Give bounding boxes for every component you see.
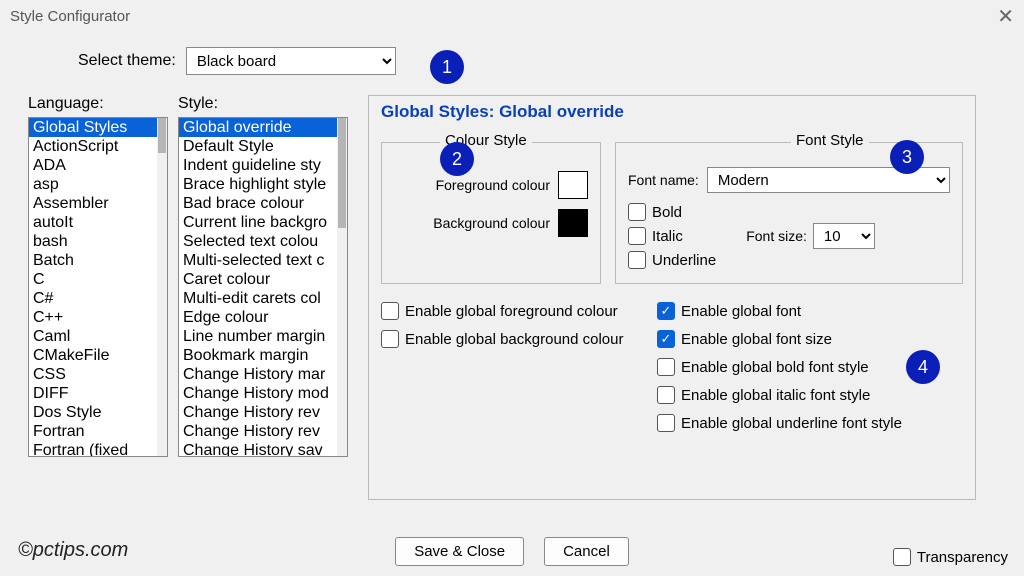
list-item[interactable]: C#: [29, 289, 157, 308]
bg-row: Background colour: [394, 209, 588, 237]
list-item[interactable]: Change History sav: [179, 441, 337, 456]
font-size-select[interactable]: 10: [813, 223, 875, 249]
list-item[interactable]: Fortran: [29, 422, 157, 441]
style-listbox[interactable]: Global overrideDefault StyleIndent guide…: [178, 117, 348, 457]
style-label: Style:: [178, 95, 348, 113]
list-item[interactable]: Change History rev: [179, 403, 337, 422]
list-item[interactable]: Multi-selected text c: [179, 251, 337, 270]
list-item[interactable]: Global override: [179, 118, 337, 137]
list-item[interactable]: Edge colour: [179, 308, 337, 327]
titlebar: Style Configurator ✕: [0, 0, 1024, 33]
enable-global-bg[interactable]: Enable global background colour: [381, 330, 631, 348]
list-item[interactable]: Default Style: [179, 137, 337, 156]
list-item[interactable]: Multi-edit carets col: [179, 289, 337, 308]
style-list-wrap: Style: Global overrideDefault StyleInden…: [178, 95, 348, 500]
list-item[interactable]: Selected text colou: [179, 232, 337, 251]
annotation-3: 3: [890, 140, 924, 174]
main-area: Language: Global StylesActionScriptADAas…: [0, 85, 1024, 500]
list-item[interactable]: Line number margin: [179, 327, 337, 346]
list-item[interactable]: Bad brace colour: [179, 194, 337, 213]
list-item[interactable]: Bookmark margin: [179, 346, 337, 365]
italic-checkbox[interactable]: Italic: [628, 227, 716, 245]
list-item[interactable]: Indent guideline sty: [179, 156, 337, 175]
list-item[interactable]: Change History mar: [179, 365, 337, 384]
language-listbox[interactable]: Global StylesActionScriptADAaspAssembler…: [28, 117, 168, 457]
enable-global-font-size[interactable]: Enable global font size: [657, 330, 902, 348]
fg-label: Foreground colour: [436, 177, 550, 193]
font-legend: Font Style: [791, 132, 869, 149]
list-item[interactable]: C: [29, 270, 157, 289]
list-item[interactable]: ActionScript: [29, 137, 157, 156]
font-size-row: Font size: 10: [746, 223, 875, 249]
font-style-checks: Bold Italic Underline: [628, 203, 716, 269]
close-icon[interactable]: ✕: [997, 4, 1014, 29]
theme-row: Select theme: Black board: [0, 33, 1024, 85]
list-item[interactable]: asp: [29, 175, 157, 194]
list-item[interactable]: Brace highlight style: [179, 175, 337, 194]
list-item[interactable]: Dos Style: [29, 403, 157, 422]
list-item[interactable]: Caret colour: [179, 270, 337, 289]
list-item[interactable]: C++: [29, 308, 157, 327]
list-item[interactable]: bash: [29, 232, 157, 251]
list-item[interactable]: Global Styles: [29, 118, 157, 137]
save-close-button[interactable]: Save & Close: [395, 537, 524, 566]
list-item[interactable]: DIFF: [29, 384, 157, 403]
enable-global-bold[interactable]: Enable global bold font style: [657, 358, 902, 376]
enable-global-fg[interactable]: Enable global foreground colour: [381, 302, 631, 320]
global-checks: Enable global foreground colour Enable g…: [381, 302, 963, 432]
font-name-label: Font name:: [628, 172, 699, 188]
font-row2: Bold Italic Underline Font size: 10: [628, 203, 950, 269]
global-checks-left: Enable global foreground colour Enable g…: [381, 302, 631, 432]
list-item[interactable]: Caml: [29, 327, 157, 346]
annotation-4: 4: [906, 350, 940, 384]
annotation-1: 1: [430, 50, 464, 84]
list-item[interactable]: CMakeFile: [29, 346, 157, 365]
list-item[interactable]: Batch: [29, 251, 157, 270]
list-item[interactable]: ADA: [29, 156, 157, 175]
language-label: Language:: [28, 95, 168, 113]
list-item[interactable]: Change History mod: [179, 384, 337, 403]
enable-global-font[interactable]: Enable global font: [657, 302, 902, 320]
colour-style-group: Colour Style Foreground colour Backgroun…: [381, 142, 601, 284]
theme-select[interactable]: Black board: [186, 47, 396, 75]
list-item[interactable]: Current line backgro: [179, 213, 337, 232]
annotation-2: 2: [440, 142, 474, 176]
watermark: ©pctips.com: [18, 539, 128, 562]
enable-global-underline[interactable]: Enable global underline font style: [657, 414, 902, 432]
list-item[interactable]: Fortran (fixed: [29, 441, 157, 456]
scrollbar[interactable]: [337, 118, 347, 456]
list-item[interactable]: CSS: [29, 365, 157, 384]
language-list-wrap: Language: Global StylesActionScriptADAas…: [28, 95, 168, 500]
transparency-check[interactable]: Transparency: [893, 548, 1008, 566]
fg-swatch[interactable]: [558, 171, 588, 199]
left-column: Language: Global StylesActionScriptADAas…: [28, 95, 348, 500]
section-title: Global Styles: Global override: [381, 102, 963, 122]
list-item[interactable]: autoIt: [29, 213, 157, 232]
scrollbar[interactable]: [157, 118, 167, 456]
theme-label: Select theme:: [78, 52, 176, 70]
window-title: Style Configurator: [10, 8, 130, 25]
bold-checkbox[interactable]: Bold: [628, 203, 716, 221]
enable-global-italic[interactable]: Enable global italic font style: [657, 386, 902, 404]
font-size-label: Font size:: [746, 228, 807, 244]
button-row: Save & Close Cancel: [0, 537, 1024, 566]
cancel-button[interactable]: Cancel: [544, 537, 629, 566]
fg-row: Foreground colour: [394, 171, 588, 199]
bg-label: Background colour: [433, 215, 550, 231]
underline-checkbox[interactable]: Underline: [628, 251, 716, 269]
global-checks-right: Enable global font Enable global font si…: [657, 302, 902, 432]
list-item[interactable]: Change History rev: [179, 422, 337, 441]
list-item[interactable]: Assembler: [29, 194, 157, 213]
bg-swatch[interactable]: [558, 209, 588, 237]
